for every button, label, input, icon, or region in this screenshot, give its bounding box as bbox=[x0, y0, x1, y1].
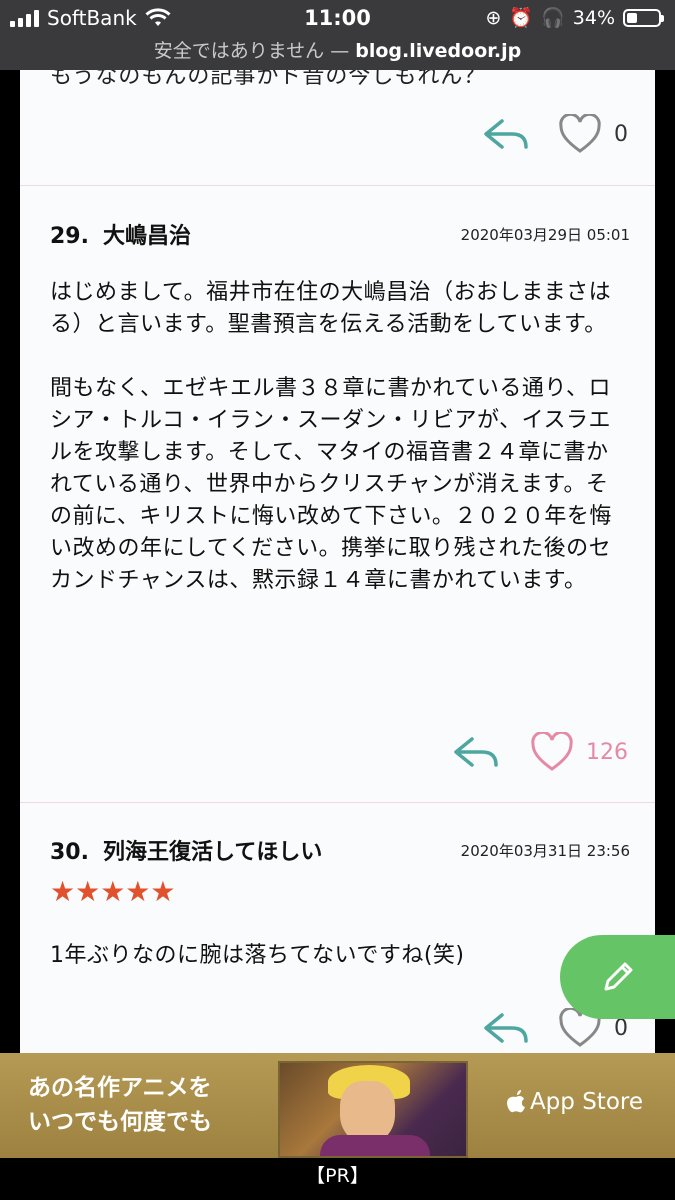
author-name: 大嶋昌治 bbox=[102, 224, 191, 249]
ad-line-1: あの名作アニメを bbox=[28, 1075, 212, 1101]
reply-icon[interactable] bbox=[482, 1011, 530, 1045]
apple-logo-icon bbox=[506, 1090, 525, 1113]
comment-divider bbox=[20, 802, 655, 803]
ad-character-image bbox=[278, 1061, 468, 1158]
page-margin-left bbox=[0, 70, 20, 1053]
previous-comment-actions: 0 bbox=[482, 114, 628, 154]
star-rating: ★★★★★ bbox=[50, 878, 176, 906]
comment-header: 29. 大嶋昌治 2020年03月29日 05:01 bbox=[50, 218, 630, 250]
battery-icon bbox=[623, 8, 664, 27]
comment-body: はじめまして。福井市在住の大嶋昌治（おおしままさはる）と言います。聖書預言を伝え… bbox=[50, 280, 612, 593]
security-warning: 安全ではありません — bbox=[153, 40, 356, 62]
like-count: 0 bbox=[614, 1015, 628, 1041]
previous-comment-text: もうなのもんの記事かド音の今しもれん？ bbox=[50, 70, 487, 89]
ad-copy: あの名作アニメを いつでも何度でも bbox=[28, 1071, 212, 1139]
star-icons: ★★★★★ bbox=[50, 875, 176, 908]
alarm-icon: ⏰ bbox=[509, 7, 534, 29]
headphones-icon: 🎧 bbox=[541, 7, 565, 29]
write-comment-button[interactable] bbox=[560, 935, 675, 1019]
like-count: 126 bbox=[586, 739, 628, 765]
domain-label: blog.livedoor.jp bbox=[355, 40, 522, 62]
comment-author: 30. 列海王復活してほしい bbox=[50, 834, 322, 866]
comment-actions: 126 bbox=[452, 732, 628, 772]
ad-banner[interactable]: あの名作アニメを いつでも何度でも App Store bbox=[0, 1053, 675, 1158]
comment-number: 29. bbox=[50, 224, 89, 249]
comment-number: 30. bbox=[50, 840, 89, 865]
author-name: 列海王復活してほしい bbox=[102, 840, 323, 865]
comment-author: 29. 大嶋昌治 bbox=[50, 218, 191, 250]
comment-divider bbox=[20, 185, 655, 186]
rotation-lock-icon: ⊕ bbox=[485, 6, 502, 29]
app-store-label: App Store bbox=[529, 1089, 643, 1115]
comment-body: 1年ぶりなのに腕は落ちてないですね(笑) bbox=[50, 943, 465, 968]
comment-date: 2020年03月29日 05:01 bbox=[460, 225, 630, 244]
battery-percent: 34% bbox=[572, 6, 615, 29]
heart-icon[interactable] bbox=[530, 732, 574, 772]
status-bar: SoftBank 11:00 ⊕ ⏰ 🎧 34% 安全ではありません — blo… bbox=[0, 0, 675, 70]
status-icons: ⊕ ⏰ 🎧 34% bbox=[485, 6, 664, 29]
comment-date: 2020年03月31日 23:56 bbox=[460, 841, 630, 860]
app-store-badge[interactable]: App Store bbox=[506, 1089, 643, 1115]
address-bar[interactable]: 安全ではありません — blog.livedoor.jp bbox=[0, 36, 675, 63]
reply-icon[interactable] bbox=[482, 117, 530, 151]
like-count: 0 bbox=[614, 121, 628, 147]
ad-line-2: いつでも何度でも bbox=[28, 1109, 212, 1135]
reply-icon[interactable] bbox=[452, 735, 500, 769]
pencil-icon bbox=[604, 962, 632, 991]
heart-icon[interactable] bbox=[558, 114, 602, 154]
comment-list[interactable]: もうなのもんの記事かド音の今しもれん？ 0 29. 大嶋昌治 2020年03月29… bbox=[20, 70, 655, 1053]
comment-header: 30. 列海王復活してほしい 2020年03月31日 23:56 bbox=[50, 834, 630, 866]
pr-label: 【PR】 bbox=[0, 1158, 675, 1200]
page-margin-right bbox=[655, 70, 675, 1053]
